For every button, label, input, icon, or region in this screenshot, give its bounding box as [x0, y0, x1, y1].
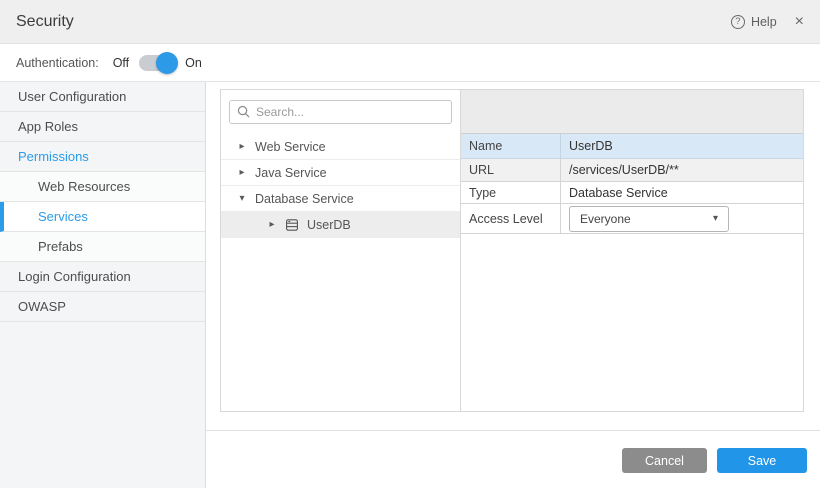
tree-item-web-service[interactable]: ▸ Web Service: [221, 134, 460, 160]
help-button[interactable]: ? Help: [731, 15, 777, 29]
detail-value-url: /services/UserDB/**: [561, 159, 803, 181]
sidebar-item-app-roles[interactable]: App Roles: [0, 112, 205, 142]
sidebar-item-owasp[interactable]: OWASP: [0, 292, 205, 322]
search-input[interactable]: [229, 100, 452, 124]
tree-item-label: Java Service: [255, 166, 327, 180]
chevron-right-icon[interactable]: ▸: [267, 219, 277, 230]
tree-item-label: Database Service: [255, 192, 354, 206]
sidebar-item-permissions[interactable]: Permissions: [0, 142, 205, 172]
toggle-knob: [156, 52, 178, 74]
detail-label: Type: [461, 182, 561, 203]
authentication-bar: Authentication: Off On: [0, 44, 820, 82]
detail-value-access-level: Everyone ▾: [561, 204, 803, 233]
detail-label: Access Level: [461, 204, 561, 233]
service-details-column: Name UserDB URL /services/UserDB/** Type…: [461, 90, 803, 411]
services-tree-column: ▸ Web Service ▸ Java Service ▾ Database …: [221, 90, 461, 411]
access-level-select[interactable]: Everyone ▾: [569, 206, 729, 232]
authentication-toggle-group: Off On: [113, 55, 202, 71]
chevron-right-icon[interactable]: ▸: [237, 167, 247, 178]
sidebar-item-label: Prefabs: [38, 239, 83, 254]
search-bar: [221, 90, 460, 134]
dropdown-caret-icon: ▾: [713, 213, 718, 224]
title-bar: Security ? Help ×: [0, 0, 820, 44]
tree-item-userdb[interactable]: ▸ UserDB: [221, 212, 460, 238]
tree-item-java-service[interactable]: ▸ Java Service: [221, 160, 460, 186]
cancel-button[interactable]: Cancel: [622, 448, 707, 473]
detail-row-access-level: Access Level Everyone ▾: [461, 204, 803, 234]
detail-row-name: Name UserDB: [461, 134, 803, 159]
sidebar-item-login-configuration[interactable]: Login Configuration: [0, 262, 205, 292]
titlebar-actions: ? Help ×: [731, 14, 804, 30]
sidebar-item-label: Login Configuration: [18, 269, 131, 284]
detail-label: URL: [461, 159, 561, 181]
chevron-right-icon[interactable]: ▸: [237, 141, 247, 152]
search-icon: [237, 105, 250, 118]
sidebar-item-label: App Roles: [18, 119, 78, 134]
details-top-band: [461, 90, 803, 134]
database-icon: [285, 218, 299, 232]
access-level-selected-value: Everyone: [580, 212, 631, 226]
toggle-off-label: Off: [113, 56, 129, 70]
authentication-toggle[interactable]: [139, 55, 175, 71]
chevron-down-icon[interactable]: ▾: [237, 193, 247, 204]
sidebar-item-label: Services: [38, 209, 88, 224]
tree-item-label: Web Service: [255, 140, 326, 154]
sidebar-item-user-configuration[interactable]: User Configuration: [0, 82, 205, 112]
detail-value-type: Database Service: [561, 182, 803, 203]
detail-value-name: UserDB: [561, 134, 803, 158]
authentication-label: Authentication:: [16, 56, 99, 70]
sidebar-item-web-resources[interactable]: Web Resources: [0, 172, 205, 202]
main-content: ▸ Web Service ▸ Java Service ▾ Database …: [206, 82, 820, 488]
detail-label: Name: [461, 134, 561, 158]
footer-actions: Cancel Save: [206, 431, 820, 473]
sidebar-item-label: Web Resources: [38, 179, 130, 194]
sidebar-item-label: User Configuration: [18, 89, 126, 104]
help-icon: ?: [731, 15, 745, 29]
dialog-body: User Configuration App Roles Permissions…: [0, 82, 820, 488]
help-label: Help: [751, 15, 777, 29]
page-title: Security: [16, 13, 74, 31]
security-dialog: Security ? Help × Authentication: Off On…: [0, 0, 820, 488]
sidebar-item-label: OWASP: [18, 299, 66, 314]
sidebar-item-prefabs[interactable]: Prefabs: [0, 232, 205, 262]
detail-row-url: URL /services/UserDB/**: [461, 159, 803, 182]
close-icon[interactable]: ×: [795, 14, 804, 30]
sidebar-item-label: Permissions: [18, 149, 89, 164]
sidebar-item-services[interactable]: Services: [0, 202, 205, 232]
tree-item-database-service[interactable]: ▾ Database Service: [221, 186, 460, 212]
save-button[interactable]: Save: [717, 448, 807, 473]
toggle-on-label: On: [185, 56, 202, 70]
services-panel: ▸ Web Service ▸ Java Service ▾ Database …: [220, 89, 804, 412]
detail-row-type: Type Database Service: [461, 182, 803, 204]
sidebar: User Configuration App Roles Permissions…: [0, 82, 206, 488]
tree-item-label: UserDB: [307, 218, 351, 232]
